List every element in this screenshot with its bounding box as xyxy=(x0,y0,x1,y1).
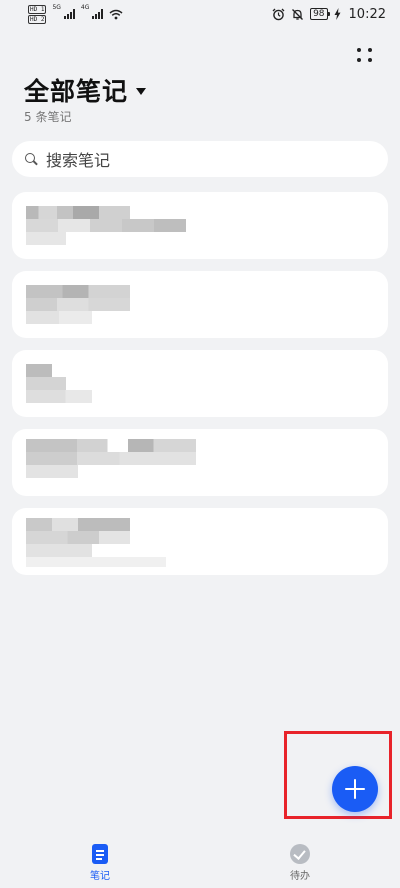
signal-icon-1 xyxy=(63,9,75,19)
redacted-text xyxy=(26,452,196,465)
sim2-badge: HD 2 xyxy=(28,14,47,24)
redacted-text xyxy=(26,364,52,377)
mute-bell-icon xyxy=(292,8,304,20)
redacted-text xyxy=(26,557,166,567)
more-dots-icon xyxy=(357,48,361,52)
plus-icon xyxy=(345,779,365,799)
charging-icon xyxy=(334,8,341,20)
redacted-text xyxy=(26,439,196,452)
redacted-text xyxy=(26,219,186,232)
redacted-text xyxy=(26,531,130,544)
alarm-icon xyxy=(272,8,285,20)
note-document-icon xyxy=(92,844,108,864)
note-card-4[interactable] xyxy=(12,429,388,496)
clock: 10:22 xyxy=(348,6,386,22)
tab-notes[interactable]: 笔记 xyxy=(0,836,200,888)
tab-notes-label: 笔记 xyxy=(90,871,110,882)
redacted-text xyxy=(26,298,130,311)
bottom-nav: 笔记 待办 xyxy=(0,836,400,888)
add-note-button[interactable] xyxy=(332,766,378,812)
check-circle-icon xyxy=(290,844,310,864)
network-label-1: 5G xyxy=(52,3,61,11)
redacted-text xyxy=(26,377,66,390)
tab-todo-label: 待办 xyxy=(290,871,310,882)
notes-list xyxy=(12,192,388,587)
redacted-text xyxy=(26,465,78,478)
note-card-5[interactable] xyxy=(12,508,388,575)
folder-selector[interactable]: 全部笔记 xyxy=(24,72,147,108)
signal-icon-2 xyxy=(92,9,104,19)
redacted-text xyxy=(26,311,92,324)
sim1-badge: HD 1 xyxy=(28,4,47,14)
wifi-icon xyxy=(109,9,123,19)
redacted-text xyxy=(26,285,130,298)
status-right: 98 10:22 xyxy=(272,7,386,22)
redacted-text xyxy=(26,518,130,531)
status-left: HD 1 HD 2 5G 4G xyxy=(28,3,123,24)
note-card-1[interactable] xyxy=(12,192,388,259)
caret-down-icon xyxy=(136,87,147,95)
redacted-text xyxy=(26,544,92,557)
network-label-2: 4G xyxy=(80,3,90,11)
search-placeholder: 搜索笔记 xyxy=(46,151,111,170)
more-options-button[interactable] xyxy=(350,40,380,70)
tab-todo[interactable]: 待办 xyxy=(200,836,400,888)
battery-icon: 98 xyxy=(310,8,331,20)
redacted-text xyxy=(26,390,92,403)
sim-badges: HD 1 HD 2 xyxy=(28,4,47,24)
redacted-text xyxy=(26,232,66,245)
note-card-2[interactable] xyxy=(12,271,388,338)
note-card-3[interactable] xyxy=(12,350,388,417)
redacted-text xyxy=(26,206,130,219)
search-input[interactable]: 搜索笔记 xyxy=(12,141,388,177)
search-icon xyxy=(24,152,38,166)
page-title: 全部笔记 xyxy=(24,77,129,106)
status-bar: HD 1 HD 2 5G 4G 98 10:22 xyxy=(0,0,400,28)
note-count-label: 5 条笔记 xyxy=(24,110,72,124)
